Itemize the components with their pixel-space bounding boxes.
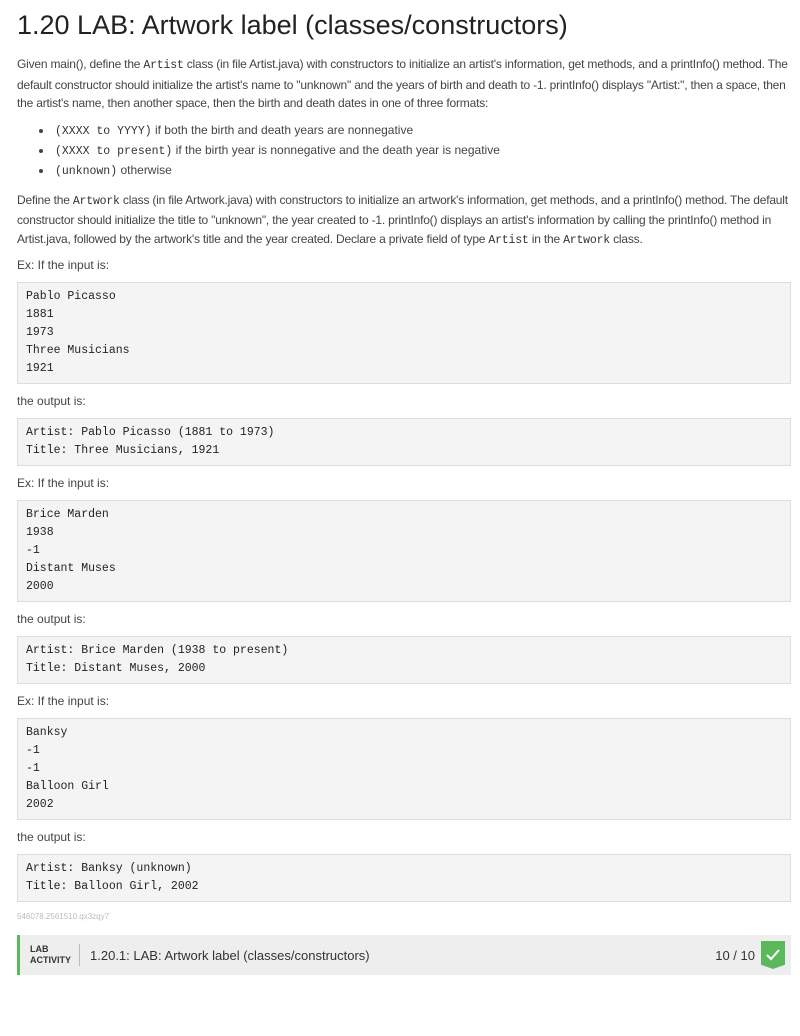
example-output: Artist: Banksy (unknown) Title: Balloon …: [17, 854, 791, 902]
example-input: Pablo Picasso 1881 1973 Three Musicians …: [17, 282, 791, 384]
text: Given main(), define the: [17, 57, 144, 71]
text: otherwise: [117, 162, 172, 177]
formats-list: (XXXX to YYYY) if both the birth and dea…: [17, 121, 791, 181]
example-intro: Ex: If the input is:: [17, 258, 110, 272]
example-input: Banksy -1 -1 Balloon Girl 2002: [17, 718, 791, 820]
text: in the: [528, 231, 564, 246]
activity-id: 546078.2561510.qx3zqy7: [17, 912, 110, 921]
code: (unknown): [55, 164, 118, 178]
lab-score: 10 / 10: [715, 947, 755, 963]
tag-line: ACTIVITY: [30, 955, 72, 965]
page-title: 1.20 LAB: Artwork label (classes/constru…: [17, 10, 568, 40]
lab-activity-tag: LAB ACTIVITY: [20, 944, 81, 966]
lab-title: 1.20.1: LAB: Artwork label (classes/cons…: [90, 947, 370, 963]
example-input: Brice Marden 1938 -1 Distant Muses 2000: [17, 500, 791, 602]
text: class.: [609, 231, 643, 246]
example-output: Artist: Pablo Picasso (1881 to 1973) Tit…: [17, 418, 791, 466]
code: (XXXX to YYYY): [55, 124, 152, 138]
example-intro: Ex: If the input is:: [17, 476, 110, 490]
code: Artwork: [72, 194, 120, 208]
lab-activity-bar[interactable]: LAB ACTIVITY 1.20.1: LAB: Artwork label (…: [17, 935, 791, 975]
text: class (in file Artwork.java) with constr…: [17, 192, 788, 246]
code-artist: Artist: [143, 59, 184, 72]
example-output: Artist: Brice Marden (1938 to present) T…: [17, 636, 791, 684]
tag-line: LAB: [30, 944, 49, 954]
artist-description: Given main(), define the Artist class (i…: [17, 55, 791, 113]
text: Define the: [17, 192, 73, 207]
text: if both the birth and death years are no…: [151, 122, 414, 137]
artwork-description: Define the Artwork class (in file Artwor…: [17, 191, 791, 251]
code: Artist: [488, 233, 529, 247]
completed-check-icon: [761, 941, 785, 969]
list-item: (unknown) otherwise: [53, 161, 791, 181]
list-item: (XXXX to YYYY) if both the birth and dea…: [53, 121, 791, 141]
code: (XXXX to present): [55, 144, 173, 158]
output-label: the output is:: [17, 394, 86, 408]
example-intro: Ex: If the input is:: [17, 694, 110, 708]
output-label: the output is:: [17, 612, 86, 626]
list-item: (XXXX to present) if the birth year is n…: [53, 141, 791, 161]
code: Artwork: [563, 233, 610, 247]
output-label: the output is:: [17, 830, 86, 844]
text: if the birth year is nonnegative and the…: [172, 142, 500, 157]
